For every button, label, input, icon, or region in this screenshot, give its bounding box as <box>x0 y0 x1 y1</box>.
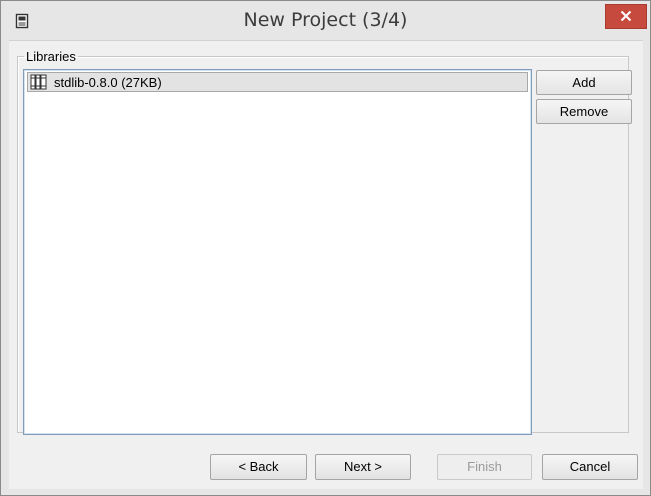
add-library-button[interactable]: Add <box>536 70 632 95</box>
next-button[interactable]: Next > <box>315 454 411 480</box>
dialog-content: Libraries stdlib-0.8.0 (27KB) Add Remove… <box>9 40 643 489</box>
back-button[interactable]: < Back <box>210 454 307 480</box>
window-title: New Project (3/4) <box>243 9 408 31</box>
libraries-list[interactable]: stdlib-0.8.0 (27KB) <box>23 69 532 435</box>
library-item-label: stdlib-0.8.0 (27KB) <box>54 74 162 90</box>
new-project-dialog: New Project (3/4) Libraries stdlib-0.8.0… <box>0 0 651 496</box>
title-bar: New Project (3/4) <box>1 1 650 39</box>
cancel-button[interactable]: Cancel <box>542 454 638 480</box>
library-books-icon <box>30 74 48 90</box>
close-icon <box>620 9 632 25</box>
library-list-item[interactable]: stdlib-0.8.0 (27KB) <box>27 72 528 92</box>
close-button[interactable] <box>605 4 647 29</box>
remove-library-button[interactable]: Remove <box>536 99 632 124</box>
libraries-legend: Libraries <box>26 49 76 64</box>
finish-button[interactable]: Finish <box>437 454 532 480</box>
